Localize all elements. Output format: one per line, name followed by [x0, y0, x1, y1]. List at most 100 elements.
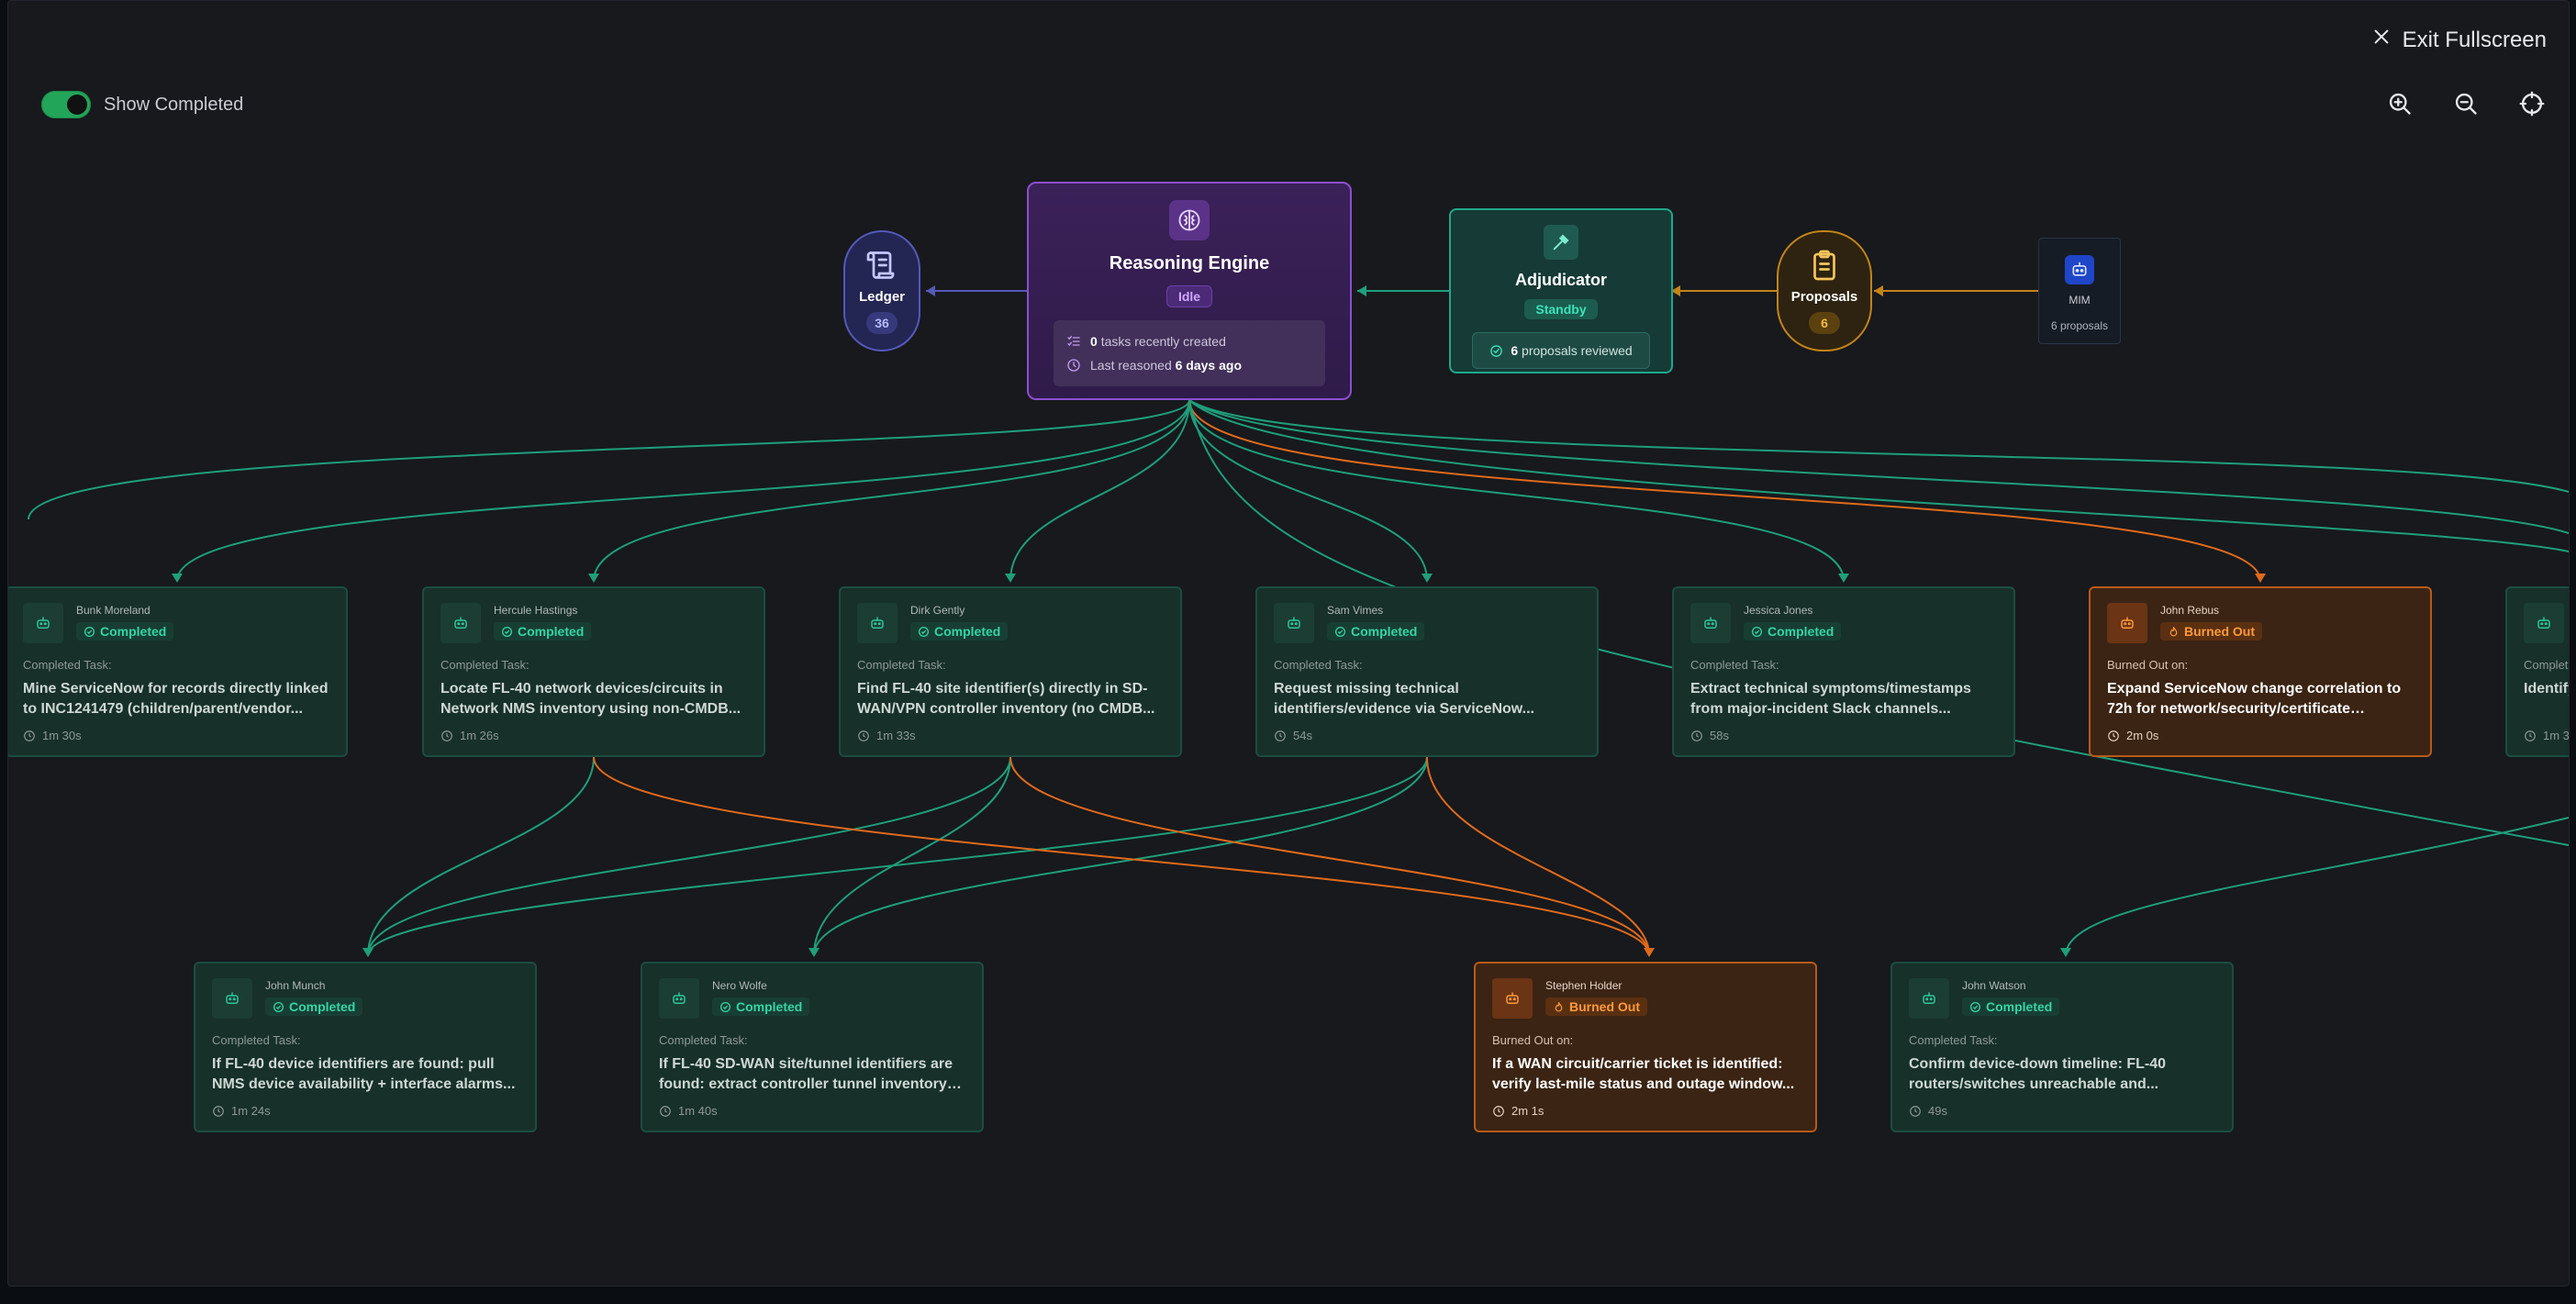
agent-avatar	[440, 603, 481, 643]
clock-icon	[24, 730, 35, 741]
clock-icon	[213, 1105, 224, 1117]
robot-icon	[673, 992, 686, 1004]
task-card[interactable]: John Munch Completed Completed Task: If …	[194, 962, 537, 1132]
reasoning-stats: 0 tasks recently created Last reasoned 6…	[1054, 320, 1325, 386]
status-badge: Burned Out	[2160, 622, 2262, 641]
zoom-out-button[interactable]	[2453, 91, 2479, 117]
edge-hercule-munch	[367, 756, 595, 956]
task-description: Find FL-40 site identifier(s) directly i…	[857, 681, 1155, 717]
status-badge: Completed	[1962, 998, 2060, 1017]
task-duration: 1m 40s	[659, 1104, 965, 1118]
task-duration: 1m 33s	[857, 729, 1164, 742]
task-card[interactable]: Bunk Moreland Completed Completed Task: …	[8, 586, 348, 757]
task-card[interactable]: John Watson Completed Completed Task: Co…	[1890, 962, 2234, 1132]
gavel-icon	[1544, 225, 1578, 260]
task-card[interactable]: Completed Task: Identify FL-40 routers/s…	[2505, 586, 2569, 757]
check-circle-icon	[719, 1001, 731, 1012]
status-badge: Completed	[1327, 622, 1425, 641]
task-card[interactable]: Nero Wolfe Completed Completed Task: If …	[641, 962, 984, 1132]
edge-sam-nero	[813, 756, 1428, 956]
task-duration: 2m 0s	[2107, 729, 2414, 742]
agent-name: Bunk Moreland	[76, 604, 151, 618]
reasoning-engine-node[interactable]: Reasoning Engine Idle 0 tasks recently c…	[1027, 182, 1352, 400]
check-circle-icon	[1969, 1001, 1981, 1012]
task-label: Completed Task:	[659, 1033, 748, 1047]
robot-icon	[2537, 617, 2550, 629]
task-card[interactable]: Stephen Holder Burned Out Burned Out on:…	[1474, 962, 1817, 1132]
robot-icon	[2065, 255, 2094, 284]
robot-icon	[454, 617, 467, 629]
check-circle-icon	[1334, 626, 1346, 637]
agent-name: Sam Vimes	[1327, 604, 1384, 618]
mim-node[interactable]: MIM 6 proposals	[2038, 238, 2121, 344]
proposals-reviewed-box: 6 proposals reviewed	[1472, 332, 1650, 369]
clock-icon	[1067, 359, 1080, 372]
task-duration: 1m 24s	[212, 1104, 519, 1118]
reasoning-engine-title: Reasoning Engine	[1109, 253, 1270, 273]
edge-sam-munch	[367, 756, 1428, 956]
clipboard-icon	[1813, 250, 1835, 280]
task-card[interactable]: Sam Vimes Completed Completed Task: Requ…	[1255, 586, 1599, 757]
edge-reasoning-offscreen-left	[28, 399, 1190, 520]
exit-fullscreen-button[interactable]: Exit Fullscreen	[2371, 27, 2547, 53]
last-reasoned-value: 6 days ago	[1175, 358, 1242, 373]
task-duration: 1m 30s	[23, 729, 329, 742]
agent-name: Dirk Gently	[910, 604, 965, 618]
task-label: Completed Task:	[440, 658, 530, 672]
agent-avatar	[1909, 978, 1949, 1019]
agent-avatar	[857, 603, 898, 643]
check-circle-icon	[1490, 344, 1503, 357]
task-duration: 2m 1s	[1492, 1104, 1799, 1118]
status-badge: Completed	[712, 998, 810, 1017]
task-duration: 54s	[1274, 729, 1580, 742]
edge-reasoning-dirk	[1009, 399, 1190, 582]
status-badge: Completed	[910, 622, 1009, 641]
agent-name: Jessica Jones	[1744, 604, 1813, 618]
task-label: Completed Task:	[1274, 658, 1363, 672]
edge-sam-holder	[1426, 756, 1650, 956]
task-description: Mine ServiceNow for records directly lin…	[23, 681, 329, 717]
task-card[interactable]: Dirk Gently Completed Completed Task: Fi…	[839, 586, 1182, 757]
tasks-created-count: 0	[1090, 334, 1098, 349]
exit-fullscreen-label: Exit Fullscreen	[2402, 27, 2547, 52]
proposals-reviewed-count: 6	[1511, 343, 1519, 358]
adjudicator-title: Adjudicator	[1514, 271, 1607, 289]
agent-avatar	[2107, 603, 2147, 643]
zoom-in-icon	[2389, 93, 2411, 115]
flame-icon	[1555, 1001, 1563, 1012]
check-circle-icon	[273, 1001, 284, 1012]
agent-avatar	[2524, 603, 2564, 643]
adjudicator-node[interactable]: Adjudicator Standby 6 proposals reviewed	[1449, 208, 1673, 373]
task-description: Confirm device-down timeline: FL-40 rout…	[1909, 1056, 2167, 1092]
clock-icon	[660, 1105, 671, 1117]
edge-hercule-holder	[593, 756, 1650, 956]
proposals-title: Proposals	[1790, 288, 1858, 305]
reasoning-status-badge: Idle	[1165, 285, 1213, 307]
robot-icon	[1704, 617, 1717, 629]
zoom-in-button[interactable]	[2387, 91, 2413, 117]
task-description: Extract technical symptoms/timestamps fr…	[1690, 681, 1971, 717]
proposals-node[interactable]: Proposals 6	[1777, 230, 1872, 351]
status-badge: Completed	[494, 622, 592, 641]
clock-icon	[1910, 1105, 1921, 1117]
robot-icon	[871, 617, 884, 629]
check-circle-icon	[84, 626, 95, 637]
adjudicator-status-badge: Standby	[1524, 299, 1598, 319]
graph-canvas[interactable]: Show Completed Exit Fullscreen Ledger 36	[7, 0, 2570, 1287]
agent-name: Nero Wolfe	[712, 979, 767, 993]
edge-reasoning-hercule	[593, 399, 1190, 582]
task-card[interactable]: John Rebus Burned Out Burned Out on: Exp…	[2089, 586, 2432, 757]
ledger-title: Ledger	[858, 288, 905, 305]
task-label: Burned Out on:	[1492, 1033, 1574, 1047]
recenter-button[interactable]	[2519, 91, 2545, 117]
task-card[interactable]: Jessica Jones Completed Completed Task: …	[1672, 586, 2015, 757]
task-card[interactable]: Hercule Hastings Completed Completed Tas…	[422, 586, 765, 757]
show-completed-toggle[interactable]	[41, 91, 91, 118]
last-reasoned-text: Last reasoned	[1090, 358, 1172, 373]
task-description: Request missing technical identifiers/ev…	[1274, 681, 1534, 717]
clock-icon	[858, 730, 869, 741]
last-reasoned-row: Last reasoned 6 days ago	[1066, 353, 1312, 377]
close-icon	[2371, 27, 2392, 53]
ledger-node[interactable]: Ledger 36	[843, 230, 920, 351]
status-badge: Completed	[265, 998, 363, 1017]
